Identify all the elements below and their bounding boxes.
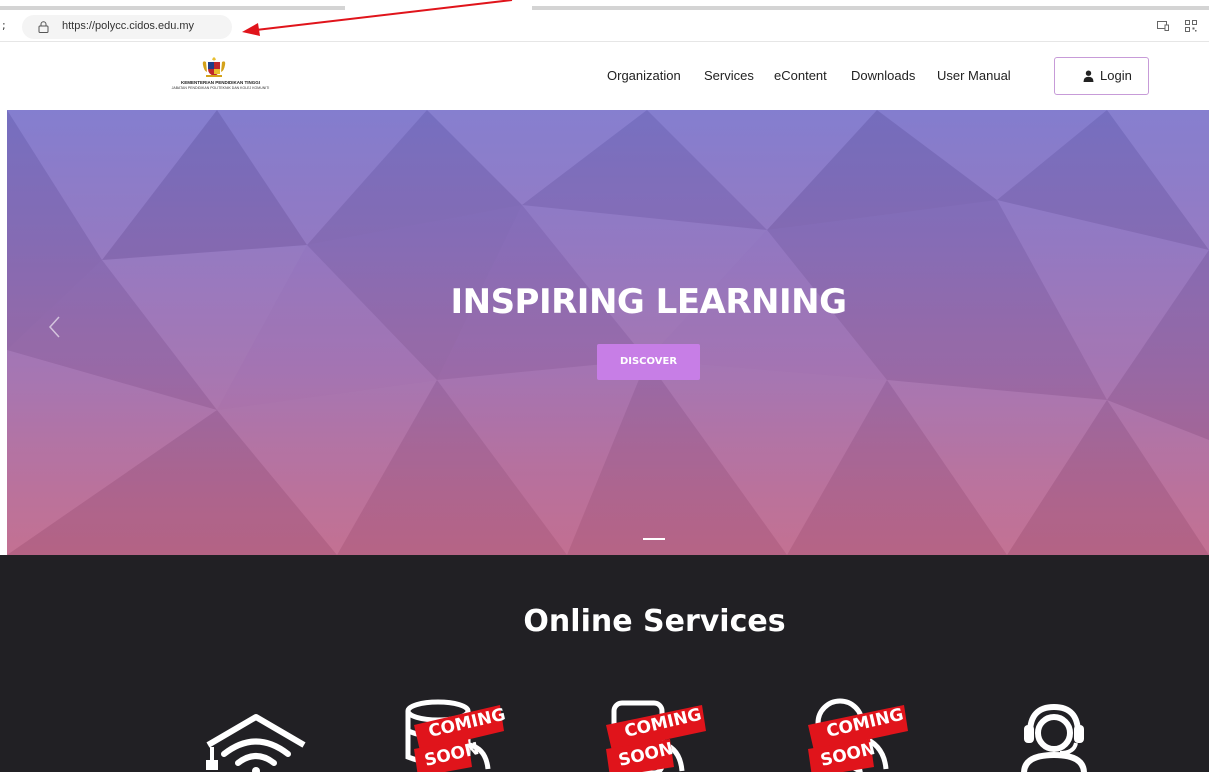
logo-ministry-name: KEMENTERIAN PENDIDIKAN TINGGI: [180, 80, 260, 85]
nav-services[interactable]: Services: [704, 68, 754, 83]
address-bar: ; https://polycc.cidos.edu.my: [0, 12, 1209, 42]
login-label: Login: [1100, 68, 1132, 83]
nav-econtent[interactable]: eContent: [774, 68, 827, 83]
url-text[interactable]: https://polycc.cidos.edu.my: [62, 20, 194, 32]
hero-carousel: INSPIRING LEARNING DISCOVER: [7, 110, 1209, 555]
login-button[interactable]: Login: [1054, 57, 1149, 95]
tab-strip: [0, 0, 1209, 12]
service-coming-soon-1[interactable]: COMING SOON: [400, 697, 510, 772]
address-bar-edge-char: ;: [2, 19, 6, 32]
coat-of-arms-icon: [202, 57, 226, 77]
lock-icon[interactable]: [38, 21, 49, 33]
logo-department-name: JABATAN PENDIDIKAN POLITEKNIK DAN KOLEJ …: [171, 86, 270, 90]
discover-button[interactable]: DISCOVER: [597, 344, 700, 380]
coming-soon-badge: COMING SOON: [606, 705, 706, 772]
service-coming-soon-3[interactable]: COMING SOON: [800, 697, 910, 772]
service-support[interactable]: [1000, 697, 1110, 772]
hero-background-pattern: [7, 110, 1209, 555]
certificate-icon: COMING SOON: [808, 698, 908, 772]
nav-downloads[interactable]: Downloads: [851, 68, 915, 83]
hero-title: INSPIRING LEARNING: [450, 282, 847, 322]
support-headset-icon: [1021, 703, 1087, 772]
carousel-indicator[interactable]: [643, 538, 665, 540]
section-title: Online Services: [523, 604, 786, 639]
qr-code-icon[interactable]: [1185, 20, 1197, 32]
service-graduation-wifi[interactable]: [200, 697, 310, 772]
tab-strip-divider: [532, 6, 1209, 10]
coming-soon-badge: COMING SOON: [414, 705, 507, 772]
nav-user-manual[interactable]: User Manual: [937, 68, 1011, 83]
tab-strip-divider: [0, 6, 345, 10]
ministry-logo[interactable]: KEMENTERIAN PENDIDIKAN TINGGI JABATAN PE…: [158, 56, 283, 96]
coming-soon-badge: COMING SOON: [808, 705, 908, 772]
user-icon: [1083, 70, 1094, 82]
nav-organization[interactable]: Organization: [607, 68, 681, 83]
device-icon[interactable]: [1157, 21, 1169, 31]
service-coming-soon-2[interactable]: COMING SOON: [600, 697, 710, 772]
database-icon: COMING SOON: [405, 699, 507, 772]
graduation-wifi-icon: [206, 714, 306, 772]
site-header: KEMENTERIAN PENDIDIKAN TINGGI JABATAN PE…: [0, 42, 1209, 110]
document-icon: COMING SOON: [606, 700, 706, 772]
online-services-section: Online Services COMING SOON COMING SOON …: [0, 555, 1209, 772]
